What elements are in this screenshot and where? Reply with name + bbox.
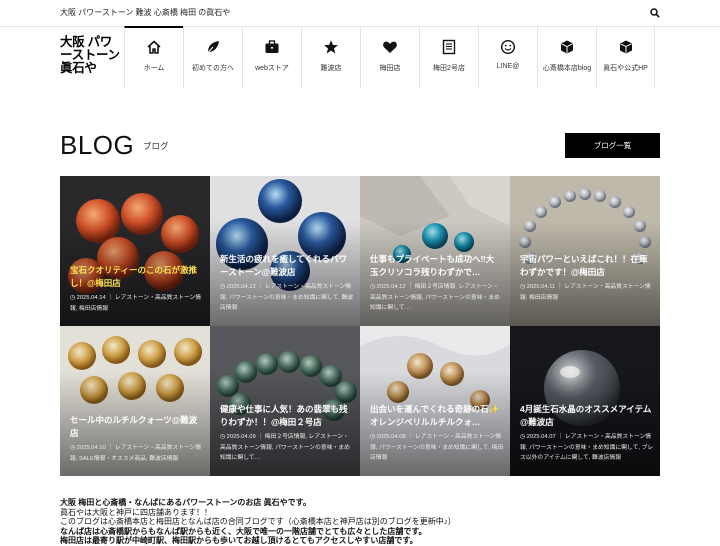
post-date: 2025.04.11 [526,284,556,290]
post-meta: ◷ 2025.04.13 ｜ レアストーン・高品質ストーン情報, パワーストーン… [220,284,354,311]
post-title: 出会いを運んでくれる奇跡の石✨オレンジベリルルチルクォ… [370,404,500,427]
post-date: 2025.04.10 [76,445,106,451]
description-line: 大阪 梅田と心斎橋・なんばにあるパワーストーンのお店 眞石やです。 [60,498,311,507]
post-card[interactable]: 新生活の疲れを癒してくれるパワーストーン@難波店 ◷ 2025.04.13 ｜ … [210,176,360,326]
post-card[interactable]: 健康や仕事に人気！あの翡翠も残りわずか！！@梅田２号店 ◷ 2025.04.09… [210,326,360,476]
smiley-icon [500,39,516,55]
site-logo[interactable]: 大阪 パワ ーストーン 眞石や [60,36,126,75]
nav-item-line[interactable]: LINE@ [478,26,537,88]
nav-item-umeda[interactable]: 梅田店 [360,26,419,88]
cube-icon [561,40,573,54]
description-line: 眞石やは大阪と神戸に四店舗あります！！ [60,507,212,517]
post-title: セール中のルチルクォーツ@難波店 [70,415,198,438]
post-card[interactable]: 4月誕生石水晶のオススメアイテム@難波店 ◷ 2025.04.07 ｜ レアスト… [510,326,660,476]
book-icon [442,39,456,55]
post-title: 新生活の疲れを癒してくれるパワーストーン@難波店 [220,254,347,277]
thumbnail-overlay [510,176,660,326]
blog-heading: BLOG [60,130,135,160]
home-icon [147,40,161,54]
post-meta: ◷ 2025.04.10 ｜ レアストーン・高品質ストーン情報, SALE情報・… [70,445,202,462]
nav-item-webstore[interactable]: webストア [242,26,301,88]
post-title-text: 宝石クオリティーのこの石が激推し！@梅田店 [70,265,197,288]
nav-item-namba[interactable]: 難波店 [301,26,360,88]
nav-item-umeda-2[interactable]: 梅田2号店 [419,26,478,88]
post-card[interactable]: セール中のルチルクォーツ@難波店 ◷ 2025.04.10 ｜ レアストーン・高… [60,326,210,476]
post-meta: ◷ 2025.04.14 ｜ レアストーン・高品質ストーン情報, 梅田店情報 [70,295,202,312]
nav-label: ホーム [143,65,165,72]
nav-item-shinsaibashi-blog[interactable]: 心斎橋本店blog [537,26,596,88]
post-date: 2025.04.09 [226,434,256,440]
post-meta: ◷ 2025.04.07 ｜ レアストーン・高品質ストーン情報, パワーストーン… [520,434,654,461]
description-line: 梅田店は最寄り駅が中崎町駅、梅田駅からも歩いてお越し頂けるとてもアクセスしやすい… [60,536,418,546]
post-meta: ◷ 2025.04.11 ｜ レアストーン・高品質ストーン情報, 梅田店情報 [520,284,651,301]
site-tagline: 大阪 パワーストーン 難波 心斎橋 梅田 の眞石や [60,8,231,17]
nav-item-first-time[interactable]: 初めての方へ [183,26,242,88]
post-title: 健康や仕事に人気！あの翡翠も残りわずか！！@梅田２号店 [220,404,348,427]
post-meta: ◷ 2025.04.09 ｜ 梅田２号店情報, レアストーン・高品質ストーン情報… [220,434,350,461]
nav-label: 梅田2号店 [433,65,465,72]
description-line: このブログは心斎橋本店と梅田店となんば店の合同ブログです（心斎橋本店と神戸店は別… [60,517,456,527]
post-title: 仕事もプライベートも成功へ‼︎大玉クリソコラ残りわずかで… [370,254,495,277]
star-icon [324,40,338,54]
post-date: 2025.04.07 [526,434,556,440]
post-title: 宝石クオリティーのこの石が激推し！@梅田店 [70,264,202,289]
leaf-icon [206,41,219,54]
post-date: 2025.04.14 [76,295,106,301]
nav-label: LINE@ [496,63,520,70]
briefcase-icon [265,40,279,53]
nav-label: 心斎橋本店blog [542,65,592,72]
nav-label: 眞石や公式HP [603,65,648,72]
post-title: 4月誕生石水晶のオススメアイテム@難波店 [520,404,652,427]
blog-subheading: ブログ [143,141,169,151]
post-date: 2025.04.12 [376,284,406,290]
post-card[interactable]: 宝石クオリティーのこの石が激推し！@梅田店 ◷ 2025.04.14 ｜ レアス… [60,176,210,326]
blog-post-grid: 宝石クオリティーのこの石が激推し！@梅田店 ◷ 2025.04.14 ｜ レアス… [60,176,660,476]
post-title: 宇宙パワーといえばこれ！！在庫わずかです！@梅田店 [520,254,648,277]
post-date: 2025.04.08 [376,434,406,440]
nav-item-home[interactable]: ホーム [124,26,183,88]
nav-label: 初めての方へ [192,65,234,72]
site-description: 大阪 梅田と心斎橋・なんばにあるパワーストーンのお店 眞石やです。 眞石やは大阪… [60,498,680,546]
post-meta: ◷ 2025.04.08 ｜ レアストーン・高品質ストーン情報, パワーストーン… [370,434,504,461]
post-card[interactable]: 出会いを運んでくれる奇跡の石✨オレンジベリルルチルクォ… ◷ 2025.04.0… [360,326,510,476]
top-bar: 大阪 パワーストーン 難波 心斎橋 梅田 の眞石や [0,0,720,27]
nav-label: 難波店 [320,65,342,72]
nav-label: webストア [255,65,289,72]
post-card[interactable]: 仕事もプライベートも成功へ‼︎大玉クリソコラ残りわずかで… ◷ 2025.04.… [360,176,510,326]
cube-icon [619,40,632,54]
description-line: なんば店は心斎橋駅からもなんば駅からも近く、大阪で唯一の一階店舗でとても広々とし… [60,526,427,536]
blog-list-button[interactable]: ブログ一覧 [565,133,660,158]
main-nav: ホーム 初めての方へ webストア 難波店 梅田店 梅田2号店 LINE@ 心斎… [124,26,655,88]
heart-icon [383,41,397,53]
logo-line: 眞石や [60,61,97,75]
post-card[interactable]: 宇宙パワーといえばこれ！！在庫わずかです！@梅田店 ◷ 2025.04.11 ｜… [510,176,660,326]
search-icon[interactable] [650,8,660,18]
post-meta: ◷ 2025.04.12 ｜ 梅田２号店情報, レアストーン・高品質ストーン情報… [370,284,500,311]
nav-label: 梅田店 [379,65,401,72]
nav-item-official-hp[interactable]: 眞石や公式HP [596,26,655,88]
post-date: 2025.04.13 [226,284,256,290]
